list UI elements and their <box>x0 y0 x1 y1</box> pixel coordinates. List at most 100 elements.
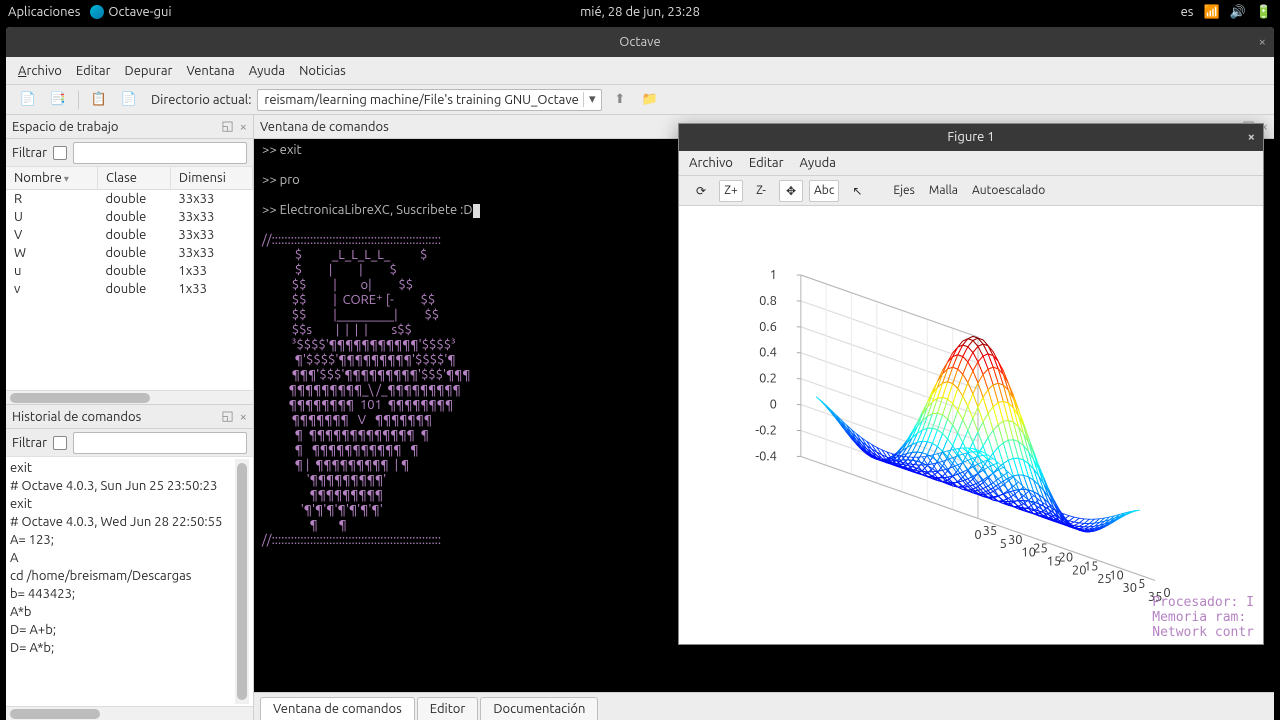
undock-icon[interactable]: ◱ <box>221 119 233 134</box>
close-panel-icon[interactable]: × <box>240 120 247 134</box>
list-item[interactable]: A= 123; <box>10 531 235 549</box>
text-button[interactable]: Abc <box>809 180 839 202</box>
octave-icon <box>90 5 104 19</box>
menu-debug[interactable]: Depurar <box>125 64 173 78</box>
menu-window[interactable]: Ventana <box>186 64 234 78</box>
right-area: Ventana de comandos ◱ × >> exit >> pro >… <box>254 115 1274 720</box>
figure-toolbar: ⟳ Z+ Z- ✥ Abc ↖ Ejes Malla Autoescalado <box>679 176 1263 207</box>
list-item[interactable]: D= A+b; <box>10 621 235 639</box>
list-item[interactable]: # Octave 4.0.3, Wed Jun 28 22:50:55 <box>10 513 235 531</box>
copy-button[interactable]: 📋 <box>87 89 111 111</box>
window-titlebar[interactable]: Octave × <box>6 27 1274 57</box>
separator <box>78 91 79 109</box>
zoom-out-button[interactable]: Z- <box>749 180 773 202</box>
table-row[interactable]: udouble1x33 <box>6 262 253 280</box>
table-row[interactable]: Vdouble33x33 <box>6 226 253 244</box>
figure-window[interactable]: Figure 1 × Archivo Editar Ayuda ⟳ Z+ Z- … <box>678 123 1264 645</box>
new-function-button[interactable]: 📑 <box>46 89 70 111</box>
table-row[interactable]: Udouble33x33 <box>6 208 253 226</box>
menu-news[interactable]: Noticias <box>299 64 346 78</box>
menu-file[interactable]: Archivo <box>18 64 62 78</box>
tab-command-window[interactable]: Ventana de comandos <box>260 697 415 720</box>
figure-menu-edit[interactable]: Editar <box>749 156 784 170</box>
cursor-icon[interactable]: ↖ <box>845 180 869 202</box>
tab-docs[interactable]: Documentación <box>480 697 598 720</box>
dir-browse-button[interactable]: 📁 <box>638 89 662 111</box>
os-topbar: Aplicaciones Octave-gui mié, 28 de jun, … <box>0 0 1280 24</box>
close-icon[interactable]: × <box>1248 130 1255 144</box>
filter-label: Filtrar <box>12 146 47 160</box>
table-row[interactable]: Rdouble33x33 <box>6 190 253 209</box>
dir-up-button[interactable]: ⬆ <box>608 89 632 111</box>
left-panels: Espacio de trabajo ◱ × Filtrar Nombre▾ C… <box>6 115 254 720</box>
list-item[interactable]: A <box>10 549 235 567</box>
history-title: Historial de comandos <box>12 410 141 424</box>
figure-canvas[interactable]: -0.4-0.200.20.40.60.81051015202530350510… <box>679 206 1263 644</box>
octave-indicator[interactable]: Octave-gui <box>90 5 171 19</box>
list-item[interactable]: A*b <box>10 603 235 621</box>
applications-menu[interactable]: Aplicaciones <box>8 5 80 19</box>
svg-text:15: 15 <box>1084 560 1099 574</box>
zoom-in-button[interactable]: Z+ <box>719 180 743 202</box>
figure-title: Figure 1 <box>947 130 994 144</box>
list-item[interactable]: exit <box>10 459 235 477</box>
filter-checkbox[interactable] <box>53 436 67 450</box>
svg-text:0: 0 <box>974 528 981 542</box>
history-vscroll[interactable] <box>235 459 249 704</box>
svg-text:0: 0 <box>770 398 777 412</box>
table-row[interactable]: Wdouble33x33 <box>6 244 253 262</box>
paste-button[interactable]: 📄 <box>117 89 141 111</box>
menu-edit[interactable]: Editar <box>76 64 111 78</box>
clock: mié, 28 de jun, 23:28 <box>580 5 700 19</box>
list-item[interactable]: # Octave 4.0.3, Sun Jun 25 23:50:23 <box>10 477 235 495</box>
pan-button[interactable]: ✥ <box>779 180 803 202</box>
list-item[interactable]: D= A*b; <box>10 639 235 657</box>
svg-text:30: 30 <box>1008 533 1023 547</box>
figure-menu-file[interactable]: Archivo <box>689 156 733 170</box>
col-dim[interactable]: Dimensi <box>170 167 252 190</box>
col-class[interactable]: Clase <box>98 167 171 190</box>
autoscale-button[interactable]: Autoescalado <box>968 180 1049 202</box>
svg-text:0.8: 0.8 <box>759 294 777 308</box>
main-menubar: Archivo Editar Depurar Ventana Ayuda Not… <box>6 57 1274 85</box>
filter-combo[interactable] <box>73 142 247 164</box>
filter-label: Filtrar <box>12 436 47 450</box>
svg-text:35: 35 <box>983 524 998 538</box>
list-item[interactable]: cd /home/breismam/Descargas <box>10 567 235 585</box>
volume-icon[interactable]: 🔊 <box>1230 5 1246 20</box>
list-item[interactable]: exit <box>10 495 235 513</box>
filter-combo[interactable] <box>73 432 247 454</box>
list-item[interactable]: b= 443423; <box>10 585 235 603</box>
rotate-icon[interactable]: ⟳ <box>689 180 713 202</box>
chevron-down-icon[interactable]: ▾ <box>583 92 597 107</box>
history-panel: Historial de comandos ◱ × Filtrar exit# … <box>6 405 253 720</box>
workspace-hscroll[interactable] <box>6 390 253 404</box>
svg-text:0.2: 0.2 <box>759 372 777 386</box>
undock-icon[interactable]: ◱ <box>221 409 233 424</box>
menu-help[interactable]: Ayuda <box>249 64 285 78</box>
battery-icon[interactable]: 🔋 <box>1256 5 1272 20</box>
grid-button[interactable]: Malla <box>925 180 962 202</box>
axes-button[interactable]: Ejes <box>889 180 918 202</box>
history-hscroll[interactable] <box>6 706 253 720</box>
figure-menu-help[interactable]: Ayuda <box>800 156 836 170</box>
bottom-tabs: Ventana de comandos Editor Documentación <box>254 692 1274 720</box>
keyboard-lang[interactable]: es <box>1181 5 1194 19</box>
wifi-icon[interactable]: 📶 <box>1203 5 1219 20</box>
filter-checkbox[interactable] <box>53 146 67 160</box>
history-list[interactable]: exit# Octave 4.0.3, Sun Jun 25 23:50:23e… <box>6 457 253 706</box>
close-icon[interactable]: × <box>1259 35 1266 49</box>
col-name[interactable]: Nombre▾ <box>6 167 98 190</box>
table-row[interactable]: vdouble1x33 <box>6 280 253 298</box>
svg-text:25: 25 <box>1033 542 1048 556</box>
tab-editor[interactable]: Editor <box>417 697 479 720</box>
close-panel-icon[interactable]: × <box>240 410 247 424</box>
workspace-table[interactable]: Nombre▾ Clase Dimensi Rdouble33x33Udoubl… <box>6 167 253 390</box>
command-window-title: Ventana de comandos <box>260 120 389 134</box>
svg-text:-0.2: -0.2 <box>755 424 777 438</box>
svg-text:20: 20 <box>1059 551 1074 565</box>
new-script-button[interactable]: 📄 <box>16 89 40 111</box>
figure-titlebar[interactable]: Figure 1 × <box>679 124 1263 151</box>
svg-text:10: 10 <box>1109 569 1124 583</box>
current-dir-combo[interactable]: reismam/learning machine/File's training… <box>257 89 601 111</box>
